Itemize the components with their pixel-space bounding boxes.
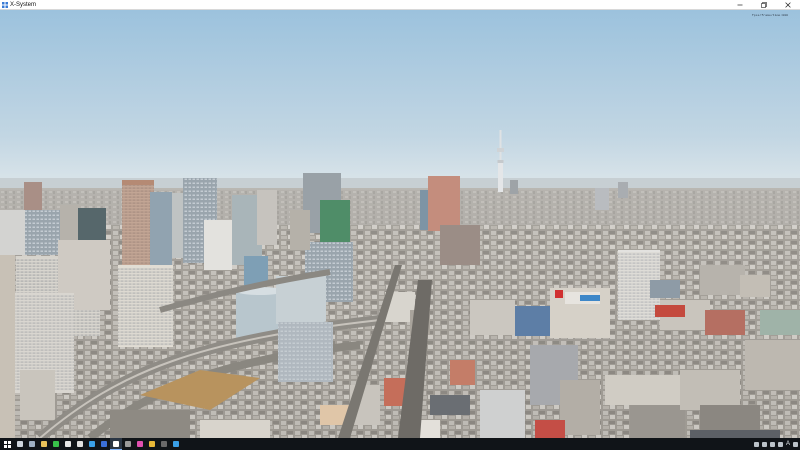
xplane-app-icon: [2, 1, 8, 8]
close-icon: [785, 2, 791, 8]
app-green-icon[interactable]: [50, 438, 62, 450]
tray-icon[interactable]: [753, 441, 759, 447]
edge-icon-2-glyph: [173, 441, 179, 447]
edge-icon[interactable]: [86, 438, 98, 450]
window-titlebar[interactable]: X-System: [0, 0, 800, 10]
app-white-icon-glyph: [65, 441, 71, 447]
maximize-icon: [761, 2, 767, 8]
system-tray: A: [753, 438, 798, 450]
maximize-button[interactable]: [752, 0, 776, 10]
network-icon[interactable]: [769, 441, 775, 447]
xplane-icon[interactable]: [110, 438, 122, 450]
windows-start-icon: [3, 440, 11, 448]
edge-icon-2[interactable]: [170, 438, 182, 450]
window-title: X-System: [10, 1, 37, 8]
search-icon[interactable]: [14, 438, 26, 450]
app-white-icon[interactable]: [62, 438, 74, 450]
chrome-icon-glyph: [77, 441, 83, 447]
app-yellow-icon[interactable]: [146, 438, 158, 450]
city-scene: [0, 10, 800, 438]
file-explorer-icon-glyph: [41, 441, 47, 447]
app-yellow-icon-glyph: [149, 441, 155, 447]
edge-icon-glyph: [89, 441, 95, 447]
task-view-icon-glyph: [29, 441, 35, 447]
app-green-icon-glyph: [53, 441, 59, 447]
app-pink-icon-glyph: [137, 441, 143, 447]
minimize-icon: [737, 4, 743, 6]
close-button[interactable]: [776, 0, 800, 10]
app-blue-icon[interactable]: [98, 438, 110, 450]
app-gray-icon[interactable]: [122, 438, 134, 450]
chrome-icon[interactable]: [74, 438, 86, 450]
task-view-icon[interactable]: [26, 438, 38, 450]
app-blue-icon-glyph: [101, 441, 107, 447]
input-language[interactable]: A: [786, 438, 790, 450]
tray-icon[interactable]: [761, 441, 767, 447]
app-dark-icon[interactable]: [158, 438, 170, 450]
simulator-viewport[interactable]: fpss/frame/time:000: [0, 10, 800, 438]
app-pink-icon[interactable]: [134, 438, 146, 450]
app-gray-icon-glyph: [125, 441, 131, 447]
app-dark-icon-glyph: [161, 441, 167, 447]
search-icon-glyph: [17, 441, 23, 447]
fps-readout: fpss/frame/time:000: [751, 14, 788, 17]
volume-icon[interactable]: [777, 441, 783, 447]
xplane-icon-glyph: [113, 440, 119, 447]
notification-icon[interactable]: [793, 441, 798, 447]
start-button[interactable]: [0, 438, 14, 450]
windows-taskbar: A: [0, 438, 800, 450]
minimize-button[interactable]: [728, 0, 752, 10]
file-explorer-icon[interactable]: [38, 438, 50, 450]
